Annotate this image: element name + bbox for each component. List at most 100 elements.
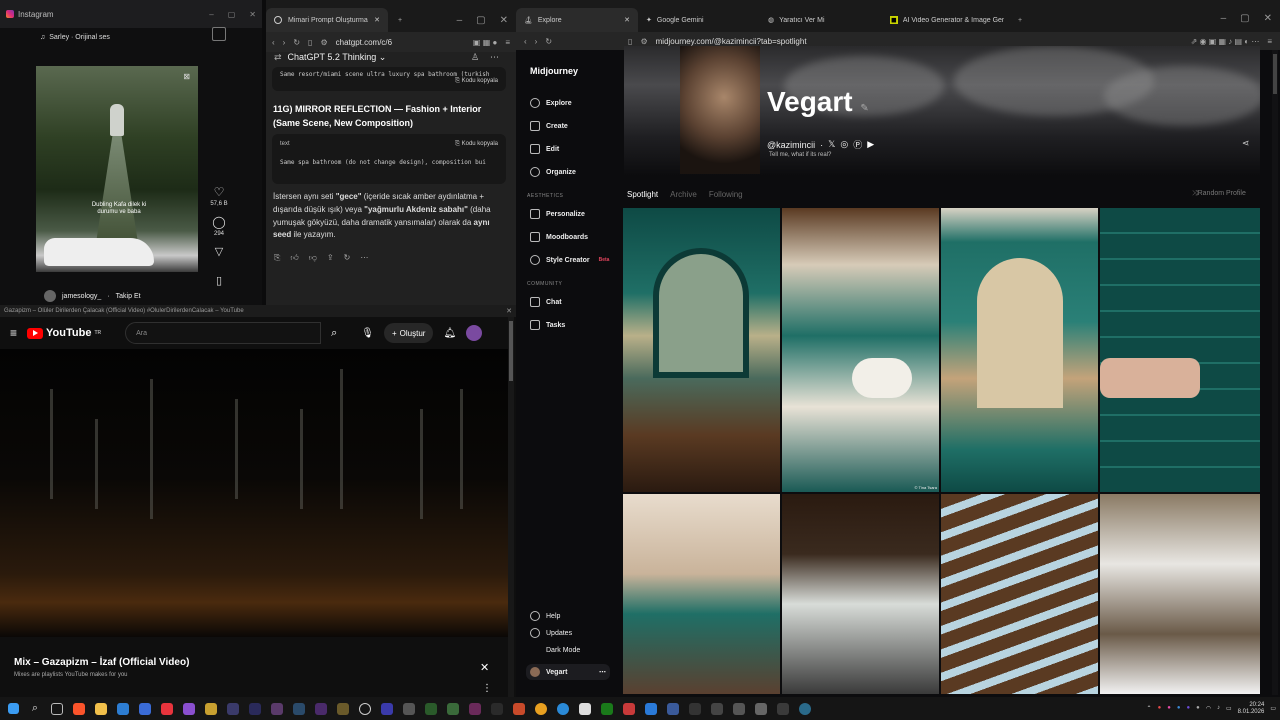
- sidebar-item-help[interactable]: Help: [530, 611, 560, 621]
- tab-ai-video[interactable]: ◼ AI Video Generator & Image Generat: [882, 8, 1012, 32]
- sidebar-item-personalize[interactable]: Personalize: [530, 209, 585, 219]
- app-icon[interactable]: [312, 700, 330, 718]
- maximize-icon[interactable]: ▢: [1240, 13, 1249, 24]
- video-player[interactable]: [0, 349, 508, 637]
- avatar[interactable]: [44, 290, 56, 302]
- pause-icon[interactable]: ⊠: [183, 72, 190, 81]
- app-icon[interactable]: [488, 700, 506, 718]
- app-icon[interactable]: [510, 700, 528, 718]
- app-icon[interactable]: [268, 700, 286, 718]
- tab-close-icon[interactable]: ✕: [374, 16, 380, 24]
- minimize-icon[interactable]: –: [457, 15, 463, 26]
- app-icon[interactable]: [378, 700, 396, 718]
- app-icon[interactable]: [400, 700, 418, 718]
- close-icon[interactable]: ✕: [249, 10, 256, 19]
- video-scrollbar[interactable]: [508, 317, 514, 697]
- app-icon[interactable]: [422, 700, 440, 718]
- vscode-icon[interactable]: [642, 700, 660, 718]
- more-icon[interactable]: ⋮: [482, 683, 492, 694]
- app-icon[interactable]: [444, 700, 462, 718]
- follow-button[interactable]: Takip Et: [116, 293, 141, 300]
- app-icon[interactable]: [686, 700, 704, 718]
- tab-gemini[interactable]: ✦ Google Gemini: [638, 8, 760, 32]
- reel-username[interactable]: jamesology_: [62, 293, 101, 300]
- bookmark-icon[interactable]: ▯: [216, 274, 222, 287]
- url-field[interactable]: midjourney.com/@kazimincii?tab=spotlight: [656, 37, 807, 46]
- app-icon[interactable]: [708, 700, 726, 718]
- account-icon[interactable]: ♙: [471, 52, 479, 63]
- model-selector[interactable]: ⇄ ChatGPT 5.2 Thinking ⌄ ♙ ⋯: [274, 52, 499, 63]
- edit-icon[interactable]: ✎: [860, 103, 868, 114]
- mix-title[interactable]: Mix – Gazapizm – İzaf (Official Video): [14, 657, 189, 668]
- sidebar-toggle-icon[interactable]: ⇄: [274, 52, 282, 62]
- gallery-image[interactable]: © Tina Tsara: [782, 208, 939, 492]
- app-icon[interactable]: ●: [1167, 705, 1171, 712]
- app-icon[interactable]: [246, 700, 264, 718]
- app-icon[interactable]: [180, 700, 198, 718]
- reel-video[interactable]: Dubling Kafa dilek ki durumu ve baba ⊠: [36, 66, 198, 272]
- close-icon[interactable]: ✕: [480, 661, 489, 674]
- app-icon[interactable]: ●: [1177, 705, 1181, 712]
- close-icon[interactable]: ✕: [500, 15, 508, 26]
- copy-code-button[interactable]: ⎘ Kodu kopyala: [455, 141, 498, 148]
- sidebar-item-updates[interactable]: Updates: [530, 628, 572, 638]
- reload-icon[interactable]: ↻: [293, 38, 300, 47]
- menu-icon[interactable]: ≡: [505, 38, 510, 47]
- bookmark-icon[interactable]: ▯: [628, 37, 632, 46]
- back-icon[interactable]: ‹: [524, 37, 527, 46]
- comment-icon[interactable]: ◯: [212, 215, 225, 229]
- url-field[interactable]: chatgpt.com/c/6: [336, 38, 392, 47]
- more-icon[interactable]: ⋯: [490, 52, 499, 63]
- bookmark-icon[interactable]: ▯: [308, 38, 312, 47]
- avatar[interactable]: [466, 325, 483, 341]
- app-icon[interactable]: [620, 700, 638, 718]
- mute-toggle-icon[interactable]: [212, 27, 226, 41]
- sidebar-item-create[interactable]: Create: [530, 121, 568, 131]
- site-settings-icon[interactable]: ⚙: [320, 38, 327, 47]
- extensions-icon[interactable]: ⇗ ◉ ▣ ▦ ♪ ▤ ◐ ⋯: [1191, 37, 1260, 46]
- profile-menu[interactable]: Vegart ⋯: [526, 664, 610, 680]
- forward-icon[interactable]: ›: [283, 38, 286, 47]
- app-icon[interactable]: [774, 700, 792, 718]
- sidebar-item-organize[interactable]: Organize: [530, 167, 576, 177]
- clock[interactable]: 20:24 8.01.2026: [1238, 702, 1265, 715]
- x-icon[interactable]: 𝕏: [828, 139, 835, 150]
- tab-archive[interactable]: Archive: [670, 190, 697, 199]
- regenerate-icon[interactable]: ↻: [344, 253, 351, 263]
- share-icon[interactable]: ⋖: [1242, 138, 1250, 149]
- youtube-icon[interactable]: ▶: [867, 139, 874, 150]
- openai-icon[interactable]: [356, 700, 374, 718]
- app-icon[interactable]: ●: [1196, 705, 1200, 712]
- more-icon[interactable]: ⋯: [599, 668, 606, 676]
- search-input[interactable]: Ara: [125, 322, 322, 344]
- random-profile-button[interactable]: ⤨Random Profile: [1192, 190, 1246, 198]
- new-tab-icon[interactable]: +: [1018, 17, 1022, 24]
- share-icon[interactable]: ⇪: [327, 253, 334, 263]
- gallery-image[interactable]: [1100, 208, 1260, 492]
- thumbs-up-icon[interactable]: 👍︎: [290, 253, 298, 263]
- tray-icons[interactable]: ⌃ ● ● ● ● ● ◠ ♪ ▭: [1147, 705, 1232, 712]
- app-icon[interactable]: ●: [1186, 705, 1190, 712]
- notification-icon[interactable]: ▭: [1270, 705, 1276, 712]
- tab-spotlight[interactable]: Spotlight: [627, 190, 658, 199]
- close-icon[interactable]: ✕: [506, 307, 512, 315]
- tab-close-icon[interactable]: ✕: [624, 16, 630, 24]
- reload-icon[interactable]: ↻: [545, 37, 552, 46]
- gallery-image[interactable]: [623, 494, 780, 694]
- minimize-icon[interactable]: –: [209, 10, 213, 19]
- heart-icon[interactable]: ♡: [214, 185, 225, 199]
- brave-icon[interactable]: [70, 700, 88, 718]
- app-icon[interactable]: [796, 700, 814, 718]
- youtube-logo[interactable]: YouTube TR: [27, 327, 101, 339]
- close-icon[interactable]: ✕: [1264, 13, 1272, 24]
- chevron-up-icon[interactable]: ⌃: [1147, 705, 1152, 712]
- app-icon[interactable]: [114, 700, 132, 718]
- midjourney-brand[interactable]: Midjourney: [530, 66, 578, 76]
- back-icon[interactable]: ‹: [272, 38, 275, 47]
- site-settings-icon[interactable]: ⚙: [640, 37, 647, 46]
- pinterest-icon[interactable]: Ⓟ: [853, 138, 862, 151]
- folder-icon[interactable]: [92, 700, 110, 718]
- gallery-image[interactable]: [782, 494, 939, 694]
- app-icon[interactable]: [136, 700, 154, 718]
- sidebar-item-tasks[interactable]: Tasks: [530, 320, 565, 330]
